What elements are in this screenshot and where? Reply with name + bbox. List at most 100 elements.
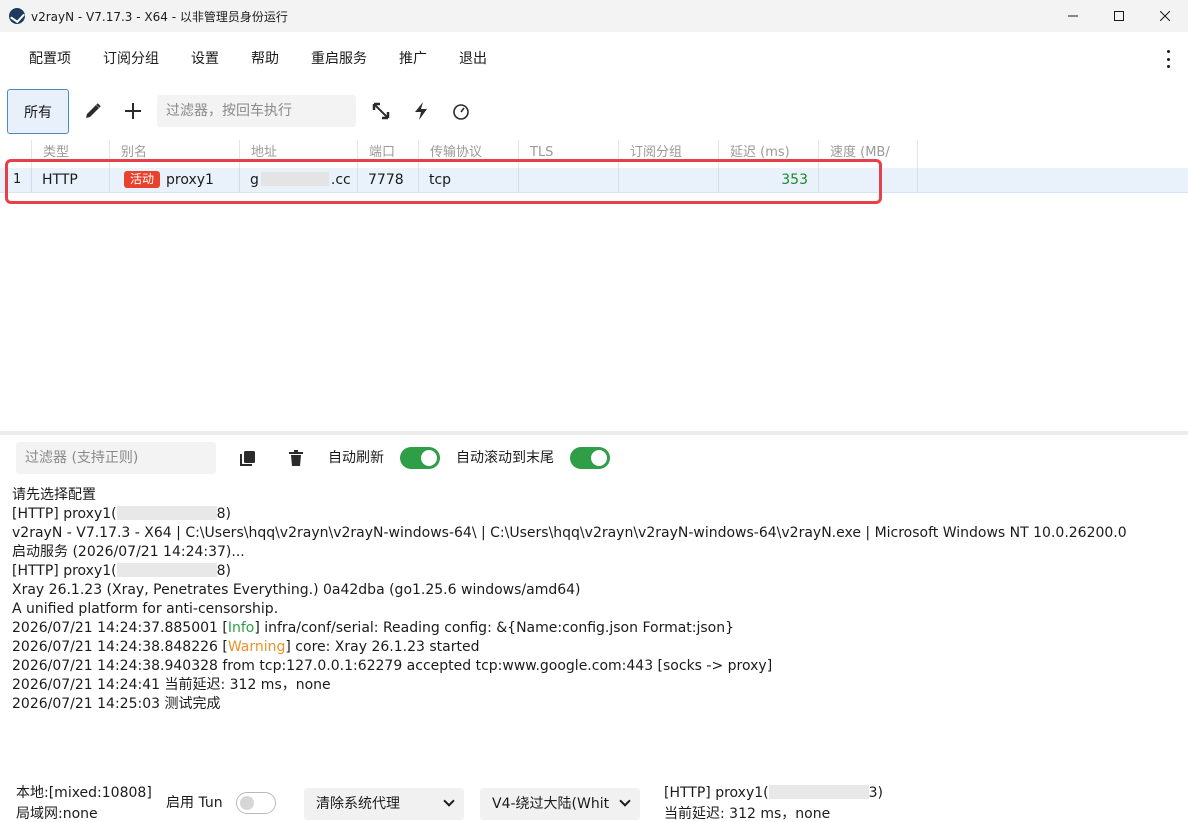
row-delay: 353 <box>719 168 819 192</box>
header-tls[interactable]: TLS <box>519 140 619 168</box>
close-icon <box>1160 11 1170 21</box>
add-icon[interactable] <box>121 99 145 123</box>
header-transport[interactable]: 传输协议 <box>419 140 519 168</box>
routing-value: V4-绕过大陆(Whit <box>492 796 610 812</box>
menu-bar: 配置项 订阅分组 设置 帮助 重启服务 推广 退出 <box>0 40 1188 78</box>
row-alias: proxy1 <box>166 172 214 188</box>
log-text: 2026/07/21 14:24:37.885001 [ <box>12 620 228 636</box>
header-index <box>0 140 32 168</box>
expand-icon[interactable] <box>369 99 393 123</box>
menu-profiles[interactable]: 配置项 <box>13 40 87 78</box>
speed-test-icon[interactable] <box>449 99 473 123</box>
header-alias[interactable]: 别名 <box>110 140 240 168</box>
v2rayn-logo-icon <box>9 8 25 24</box>
log-line: 请先选择配置 <box>12 487 96 503</box>
redacted-text <box>116 506 217 520</box>
window-title: v2rayN - V7.17.3 - X64 - 以非管理员身份运行 <box>31 9 288 24</box>
log-text: 8) <box>216 506 231 522</box>
row-address-cell: g .cc <box>240 168 358 192</box>
menu-help[interactable]: 帮助 <box>235 40 295 78</box>
menu-promotion[interactable]: 推广 <box>383 40 443 78</box>
maximize-icon <box>1114 11 1124 21</box>
window-controls <box>1050 0 1188 32</box>
row-tls <box>519 168 619 192</box>
toolbar: 所有 <box>0 89 1188 135</box>
system-proxy-value: 清除系统代理 <box>316 796 400 812</box>
log-line: Xray 26.1.23 (Xray, Penetrates Everythin… <box>12 582 581 598</box>
log-line: 2026/07/21 14:24:37.885001 [Info] infra/… <box>12 619 1182 638</box>
table-row[interactable]: 1 HTTP 活动 proxy1 g .cc 7778 tcp 353 <box>0 168 1188 193</box>
header-type[interactable]: 类型 <box>32 140 110 168</box>
header-speed[interactable]: 速度 (MB/ <box>819 140 918 168</box>
active-badge: 活动 <box>124 171 161 188</box>
auto-scroll-toggle[interactable] <box>570 447 610 469</box>
log-filter-input[interactable] <box>16 442 216 474</box>
log-text: [HTTP] proxy1( <box>12 563 117 579</box>
header-address[interactable]: 地址 <box>240 140 358 168</box>
log-line: A unified platform for anti-censorship. <box>12 601 279 617</box>
system-proxy-select[interactable]: 清除系统代理 <box>304 788 464 820</box>
current-server-status: [HTTP] proxy1( 3) <box>664 783 883 803</box>
auto-refresh-label: 自动刷新 <box>328 450 384 466</box>
local-port-status: 本地:[mixed:10808] <box>16 785 152 801</box>
log-line: [HTTP] proxy1( 8) <box>12 505 1182 524</box>
row-port: 7778 <box>358 168 419 192</box>
log-line: v2rayN - V7.17.3 - X64 | C:\Users\hqq\v2… <box>12 525 1127 541</box>
status-text: [HTTP] proxy1( <box>664 785 769 801</box>
status-bar: 本地:[mixed:10808] 局域网:none 启用 Tun 清除系统代理 … <box>0 780 1188 822</box>
close-button[interactable] <box>1142 0 1188 32</box>
log-level-warning: Warning <box>227 639 286 655</box>
chevron-down-icon <box>619 795 631 807</box>
header-port[interactable]: 端口 <box>358 140 419 168</box>
maximize-button[interactable] <box>1096 0 1142 32</box>
log-text: 2026/07/21 14:24:38.848226 [ <box>12 639 228 655</box>
row-alias-cell: 活动 proxy1 <box>110 168 240 192</box>
current-delay-status: 当前延迟: 312 ms，none <box>664 806 831 822</box>
menu-subscription-group[interactable]: 订阅分组 <box>87 40 175 78</box>
row-address-end: .cc <box>330 172 351 188</box>
row-group <box>619 168 719 192</box>
menu-settings[interactable]: 设置 <box>175 40 235 78</box>
log-text: [HTTP] proxy1( <box>12 506 117 522</box>
row-speed <box>819 168 918 192</box>
auto-refresh-toggle[interactable] <box>400 447 440 469</box>
trash-icon[interactable] <box>284 446 308 470</box>
routing-select[interactable]: V4-绕过大陆(Whit <box>480 788 640 820</box>
log-toolbar: 自动刷新 自动滚动到末尾 <box>0 442 1188 474</box>
edit-icon[interactable] <box>81 99 105 123</box>
header-subscription-group[interactable]: 订阅分组 <box>619 140 719 168</box>
menu-restart-service[interactable]: 重启服务 <box>295 40 383 78</box>
log-line: 2026/07/21 14:25:03 测试完成 <box>12 696 221 712</box>
pane-splitter[interactable] <box>0 431 1188 435</box>
lightning-icon[interactable] <box>409 99 433 123</box>
log-text: ] infra/conf/serial: Reading config: &{N… <box>254 620 735 636</box>
auto-scroll-label: 自动滚动到末尾 <box>456 450 554 466</box>
all-groups-button[interactable]: 所有 <box>7 89 69 134</box>
row-transport: tcp <box>419 168 519 192</box>
tun-toggle[interactable] <box>236 792 276 814</box>
log-line: 2026/07/21 14:24:41 当前延迟: 312 ms，none <box>12 677 331 693</box>
log-level-info: Info <box>227 620 255 636</box>
minimize-button[interactable] <box>1050 0 1096 32</box>
more-options-icon[interactable] <box>1160 50 1176 68</box>
status-text: 3) <box>868 785 883 801</box>
grid-header: 类型 别名 地址 端口 传输协议 TLS 订阅分组 延迟 (ms) 速度 (MB… <box>0 140 918 168</box>
chevron-down-icon <box>443 795 455 807</box>
minimize-icon <box>1068 15 1078 17</box>
log-line: [HTTP] proxy1(8) <box>12 562 1182 581</box>
lan-status: 局域网:none <box>16 806 98 822</box>
redacted-text <box>116 563 217 577</box>
menu-exit[interactable]: 退出 <box>443 40 503 78</box>
row-index: 1 <box>0 168 32 192</box>
log-line: 2026/07/21 14:24:38.848226 [Warning] cor… <box>12 638 1182 657</box>
copy-icon[interactable] <box>236 446 260 470</box>
title-bar: v2rayN - V7.17.3 - X64 - 以非管理员身份运行 <box>0 0 1188 32</box>
log-output[interactable]: 请先选择配置 [HTTP] proxy1( 8) v2rayN - V7.17.3… <box>12 486 1182 714</box>
log-line: 2026/07/21 14:24:38.940328 from tcp:127.… <box>12 658 773 674</box>
row-type: HTTP <box>32 168 110 192</box>
profile-filter-input[interactable] <box>157 95 356 127</box>
header-delay[interactable]: 延迟 (ms) <box>719 140 819 168</box>
redacted-text <box>768 785 869 799</box>
log-line: 启动服务 (2026/07/21 14:24:37)... <box>12 544 245 560</box>
log-text: ] core: Xray 26.1.23 started <box>285 639 480 655</box>
